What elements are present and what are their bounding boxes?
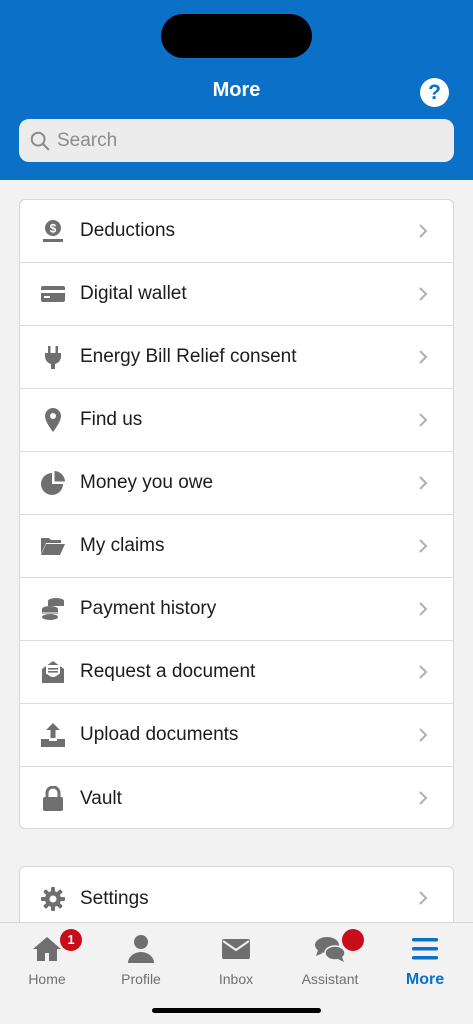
chevron-right-icon bbox=[419, 539, 428, 553]
person-icon bbox=[128, 935, 154, 963]
plug-icon bbox=[45, 346, 61, 369]
search-input[interactable] bbox=[57, 129, 437, 152]
tab-assistant[interactable]: Assistant bbox=[283, 929, 377, 991]
tab-label: Inbox bbox=[218, 971, 254, 987]
menu-item-label: Money you owe bbox=[80, 472, 214, 493]
tab-label: Profile bbox=[121, 971, 161, 987]
menu-item-label: Deductions bbox=[80, 220, 176, 241]
tab-profile[interactable]: Profile bbox=[94, 929, 188, 991]
menu-item-settings[interactable]: Settings bbox=[20, 867, 453, 930]
menu-item-upload-documents[interactable]: Upload documents bbox=[20, 704, 453, 767]
envelope-icon bbox=[222, 939, 250, 959]
chevron-right-icon bbox=[419, 602, 428, 616]
pie-chart-icon bbox=[41, 471, 65, 495]
chevron-right-icon bbox=[419, 476, 428, 490]
camera-notch bbox=[161, 14, 312, 58]
tab-label: Assistant bbox=[301, 971, 359, 987]
menu-item-energy-bill-relief[interactable]: Energy Bill Relief consent bbox=[20, 326, 453, 389]
menu-item-label: My claims bbox=[80, 535, 165, 556]
hamburger-menu-icon bbox=[412, 938, 438, 960]
tab-more[interactable]: More bbox=[378, 929, 472, 991]
menu-item-label: Request a document bbox=[80, 661, 256, 682]
menu-item-my-claims[interactable]: My claims bbox=[20, 515, 453, 578]
chevron-right-icon bbox=[419, 891, 428, 905]
chevron-right-icon bbox=[419, 224, 428, 238]
menu-item-deductions[interactable]: $ Deductions bbox=[20, 200, 453, 263]
gear-icon bbox=[41, 886, 65, 911]
tab-label: Home bbox=[28, 971, 66, 987]
menu-item-label: Energy Bill Relief consent bbox=[80, 346, 297, 367]
menu-item-label: Vault bbox=[80, 787, 122, 809]
menu-item-vault[interactable]: Vault bbox=[20, 767, 453, 828]
upload-icon bbox=[41, 723, 65, 747]
menu-item-find-us[interactable]: Find us bbox=[20, 389, 453, 452]
menu-item-digital-wallet[interactable]: Digital wallet bbox=[20, 263, 453, 326]
app-header: More ? bbox=[0, 0, 473, 180]
page-title: More bbox=[212, 79, 261, 101]
search-icon bbox=[30, 131, 50, 150]
coins-icon bbox=[42, 598, 64, 620]
credit-card-icon bbox=[41, 286, 65, 302]
folder-open-icon bbox=[41, 538, 65, 555]
map-pin-icon bbox=[45, 408, 61, 432]
menu-item-payment-history[interactable]: Payment history bbox=[20, 578, 453, 641]
home-indicator bbox=[152, 1008, 321, 1013]
chevron-right-icon bbox=[419, 665, 428, 679]
chevron-right-icon bbox=[419, 791, 428, 805]
svg-text:$: $ bbox=[50, 222, 57, 236]
chevron-right-icon bbox=[419, 413, 428, 427]
chevron-right-icon bbox=[419, 728, 428, 742]
home-icon bbox=[33, 937, 61, 961]
menu-item-request-document[interactable]: Request a document bbox=[20, 641, 453, 704]
notification-badge bbox=[342, 929, 364, 951]
tab-inbox[interactable]: Inbox bbox=[189, 929, 283, 991]
help-icon[interactable]: ? bbox=[420, 78, 449, 107]
menu-item-label: Digital wallet bbox=[80, 283, 187, 304]
menu-item-money-you-owe[interactable]: Money you owe bbox=[20, 452, 453, 515]
tab-home[interactable]: Home 1 bbox=[0, 929, 94, 991]
chevron-right-icon bbox=[419, 287, 428, 301]
tab-label: More bbox=[405, 971, 445, 988]
chevron-right-icon bbox=[419, 350, 428, 364]
menu-item-label: Settings bbox=[80, 887, 149, 909]
search-bar[interactable] bbox=[19, 119, 454, 162]
menu-item-label: Upload documents bbox=[80, 724, 239, 745]
menu-list: $ Deductions Digital wallet Energy Bill … bbox=[19, 199, 454, 829]
menu-item-label: Find us bbox=[80, 409, 143, 430]
money-bag-icon: $ bbox=[43, 220, 63, 242]
notification-badge: 1 bbox=[60, 929, 82, 951]
lock-icon bbox=[43, 785, 63, 811]
menu-item-label: Payment history bbox=[80, 598, 217, 619]
envelope-document-icon bbox=[42, 661, 64, 683]
